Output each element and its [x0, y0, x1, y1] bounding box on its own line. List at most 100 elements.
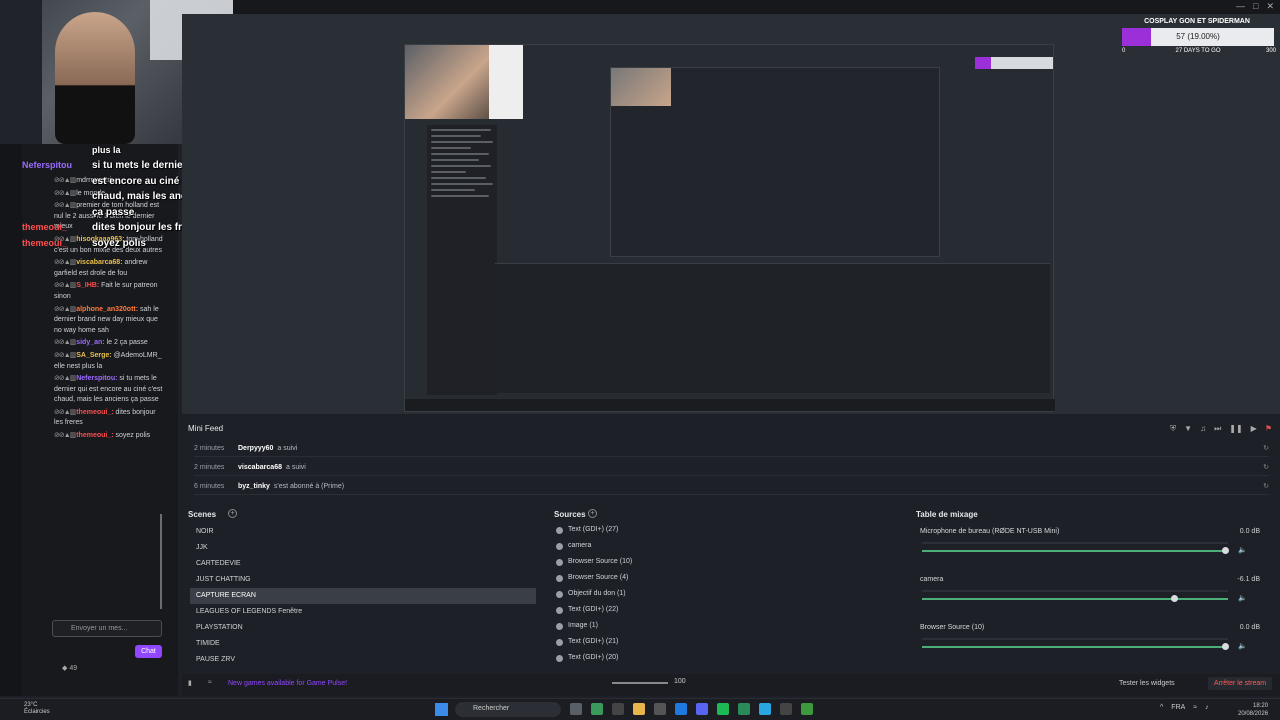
replay-icon[interactable]: ↻	[1263, 444, 1269, 452]
preview-goal-gauge	[975, 57, 1053, 69]
speaker-icon[interactable]: ♪	[1205, 704, 1209, 711]
source-item[interactable]: Browser Source (10)	[556, 554, 632, 570]
windows-start-icon[interactable]	[435, 703, 448, 716]
volume-slider[interactable]	[612, 682, 668, 684]
replay-icon[interactable]: ↻	[1263, 463, 1269, 471]
feed-user[interactable]: viscabarca68	[238, 464, 282, 471]
speaker-icon[interactable]: 🔈	[1238, 546, 1247, 554]
mixer-slider-handle[interactable]	[1222, 643, 1229, 650]
app-icon[interactable]	[591, 703, 603, 715]
scene-item[interactable]: NOIR	[190, 524, 536, 540]
pause-icon[interactable]: ❚❚	[1229, 424, 1242, 434]
mixer-channel-db: 0.0 dB	[1239, 624, 1260, 631]
chat-username[interactable]: alphone_an320ott:	[76, 306, 138, 313]
mixer-channel-name: camera	[920, 576, 944, 583]
taskbar-search[interactable]: Rechercher	[455, 702, 561, 717]
source-item[interactable]: Text (GDI+) (22)	[556, 602, 618, 618]
feed-time: 2 minutes	[194, 444, 225, 452]
spotify-icon[interactable]	[717, 703, 729, 715]
mixer-channel-db: 0.0 dB	[1239, 528, 1260, 535]
alert-icon[interactable]: ⚑	[1265, 424, 1272, 434]
chat-input[interactable]: Envoyer un mes...	[52, 620, 162, 637]
add-scene-button[interactable]: +	[228, 509, 237, 518]
discord-icon[interactable]	[696, 703, 708, 715]
source-name: Browser Source (10)	[568, 558, 633, 565]
stream-preview[interactable]	[404, 44, 1055, 412]
app-icon[interactable]	[738, 703, 750, 715]
chat-badges-icon: ⊘⊘▲▥	[54, 375, 77, 383]
close-icon[interactable]: ✕	[1266, 1, 1274, 12]
scene-item[interactable]: CAPTURE ECRAN	[190, 588, 536, 604]
mixer-volume-slider[interactable]	[922, 643, 1229, 650]
speaker-icon[interactable]: 🔈	[1238, 594, 1247, 602]
mixer-channel-db: -6.1 dB	[1237, 576, 1260, 583]
chat-username[interactable]: S_IHB:	[76, 282, 99, 289]
chat-send-button[interactable]: Chat	[135, 645, 162, 658]
source-type-icon	[556, 574, 563, 582]
chat-username[interactable]: sidy_an:	[76, 339, 104, 346]
chat-username[interactable]: themeoui_:	[76, 409, 113, 416]
chat-scrollbar[interactable]	[160, 514, 162, 609]
volume-control[interactable]: 100	[600, 676, 686, 690]
feed-user[interactable]: byz_tinky	[238, 483, 270, 490]
task-view-icon[interactable]	[570, 703, 582, 715]
news-link[interactable]: New games available for Game Pulse!	[228, 680, 347, 687]
scene-item[interactable]: JJK	[190, 540, 536, 556]
app-icon[interactable]	[759, 703, 771, 715]
overlay-chat-small: plus la	[92, 145, 121, 155]
replay-icon[interactable]: ↻	[1263, 482, 1269, 490]
feed-user[interactable]: Derpyyy60	[238, 445, 273, 452]
feed-action: s'est abonné à (Prime)	[273, 482, 345, 490]
scene-item[interactable]: JUST CHATTING	[190, 572, 536, 588]
maximize-icon[interactable]: □	[1253, 1, 1258, 12]
mini-feed-row: 2 minutes Derpyyy60 a suivi ↻	[194, 440, 1269, 457]
chat-message: ⊘⊘▲▥ viscabarca68: andrew garfield est d…	[54, 258, 164, 279]
source-item[interactable]: camera	[556, 538, 591, 554]
filter-icon[interactable]: ▼	[1184, 424, 1192, 434]
chat-username[interactable]: themeoui_:	[76, 432, 113, 439]
mixer-volume-slider[interactable]	[922, 547, 1229, 554]
next-icon[interactable]: ▶	[1251, 424, 1257, 434]
add-source-button[interactable]: +	[588, 509, 597, 518]
shield-icon[interactable]: ⛨	[1170, 424, 1176, 434]
source-item[interactable]: Objectif du don (1)	[556, 586, 626, 602]
weather-widget[interactable]: 23°C Éclaircies	[24, 702, 50, 716]
mixer-slider-handle[interactable]	[1171, 595, 1178, 602]
scene-item[interactable]: CARTEDEVIE	[190, 556, 536, 572]
minimize-icon[interactable]: —	[1236, 1, 1245, 12]
chat-message: ⊘⊘▲▥ themeoui_: soyez polis	[54, 431, 164, 442]
scene-item[interactable]: PLAYSTATION	[190, 620, 536, 636]
app-icon[interactable]	[654, 703, 666, 715]
lang-indicator[interactable]: FRA	[1171, 704, 1185, 711]
chevron-up-icon[interactable]: ^	[1160, 704, 1163, 711]
chat-username[interactable]: Neferspitou:	[76, 375, 117, 382]
scene-item[interactable]: TIMIDE	[190, 636, 536, 652]
source-item[interactable]: Text (GDI+) (20)	[556, 650, 618, 666]
scene-item[interactable]: PAUSE ZRV	[190, 652, 536, 668]
wifi-icon[interactable]: ≈	[1193, 704, 1197, 711]
taskbar-clock[interactable]: 18:20 20/08/2026	[1238, 702, 1268, 718]
mixer-volume-slider[interactable]	[922, 595, 1228, 602]
goal-progress-bar: 57 (19.00%)	[1122, 28, 1274, 46]
file-explorer-icon[interactable]	[633, 703, 645, 715]
test-widgets-button[interactable]: Tester les widgets	[1119, 680, 1175, 687]
app-icon[interactable]	[612, 703, 624, 715]
source-item[interactable]: Text (GDI+) (27)	[556, 522, 618, 538]
mixer-slider-handle[interactable]	[1222, 547, 1229, 554]
edge-icon[interactable]	[675, 703, 687, 715]
source-type-icon	[556, 638, 563, 646]
skip-icon[interactable]: ⏭	[1214, 424, 1221, 434]
chat-username[interactable]: SA_Serge:	[76, 352, 111, 359]
source-item[interactable]: Browser Source (4)	[556, 570, 628, 586]
source-item[interactable]: Text (GDI+) (21)	[556, 634, 618, 650]
music-icon[interactable]: ♫	[1200, 424, 1206, 434]
speaker-icon[interactable]: 🔈	[1238, 642, 1247, 650]
volume-value: 100	[674, 678, 686, 685]
scene-item[interactable]: LEAGUES OF LEGENDS Fenêtre	[190, 604, 536, 620]
chat-username[interactable]: viscabarca68:	[76, 259, 122, 266]
chrome-icon[interactable]	[801, 703, 813, 715]
stats-icon[interactable]: ▮	[188, 679, 192, 687]
source-item[interactable]: Image (1)	[556, 618, 598, 634]
obs-icon[interactable]	[780, 703, 792, 715]
stop-stream-button[interactable]: Arrêter le stream	[1208, 677, 1272, 690]
